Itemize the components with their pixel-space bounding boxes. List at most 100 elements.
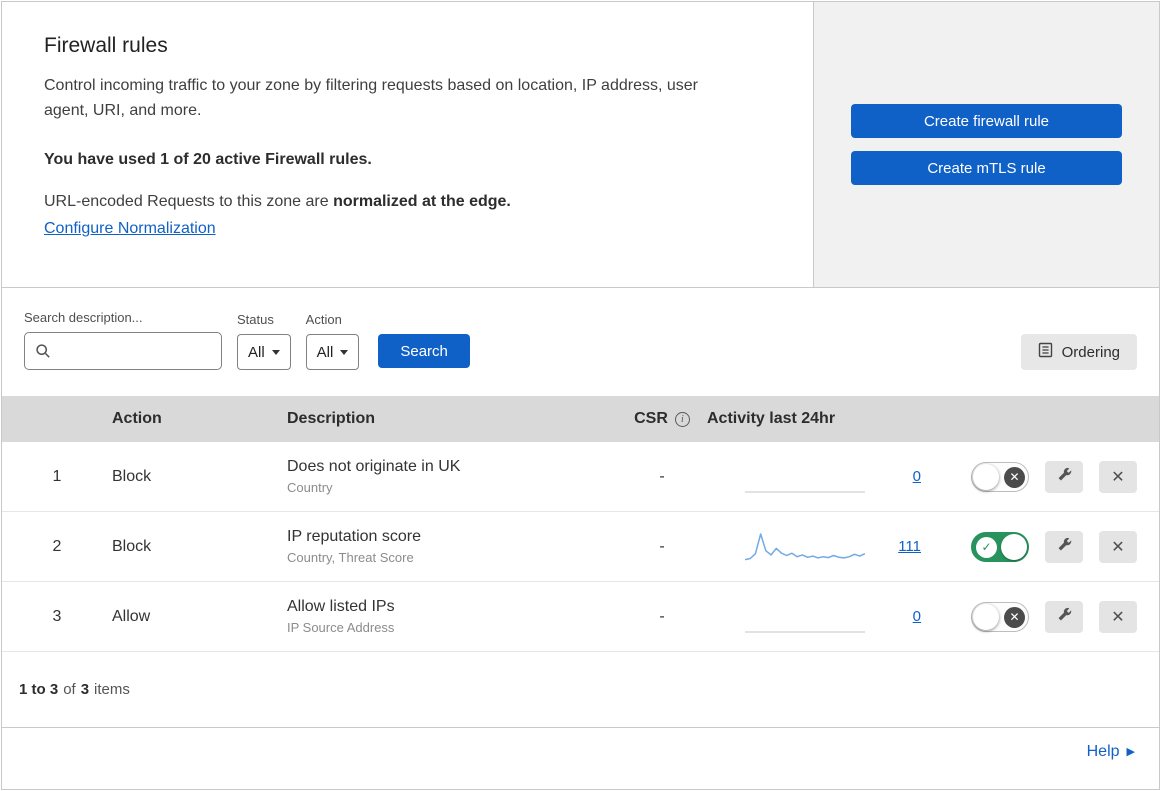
rule-number: 2 [52,537,62,555]
search-box [24,332,222,370]
status-filter-group: Status All [237,312,291,370]
table-row: 2 Block IP reputation score Country, Thr… [2,512,1159,582]
toggle-state-icon [1004,466,1025,488]
rule-csr-value: - [659,537,665,555]
info-icon[interactable]: i [674,411,690,427]
toggle-knob [1001,533,1027,560]
chevron-down-icon [340,349,349,355]
rule-action: Block [112,537,152,555]
header-text-panel: Firewall rules Control incoming traffic … [2,2,814,287]
header-actions-panel: Create firewall rule Create mTLS rule [814,2,1159,287]
firewall-rules-page: Firewall rules Control incoming traffic … [1,1,1160,790]
status-dropdown-value: All [248,343,265,361]
rule-description-cell: Does not originate in UK Country [287,458,617,495]
close-icon: ✕ [1111,468,1125,486]
search-filter-group: Search description... [24,310,222,370]
column-activity: Activity last 24hr [707,410,836,427]
rules-table: Action Description CSR i Activity last 2… [2,396,1159,652]
delete-rule-button[interactable]: ✕ [1099,600,1137,633]
normalization-text: URL-encoded Requests to this zone are [44,192,329,210]
page-header: Firewall rules Control incoming traffic … [2,2,1159,288]
toggle-state-icon [1004,606,1025,628]
rule-number: 1 [52,467,62,485]
wrench-icon [1056,466,1073,488]
rule-csr-value: - [659,467,665,485]
wrench-icon [1056,536,1073,558]
rule-controls: ✕ [947,600,1159,633]
delete-rule-button[interactable]: ✕ [1099,530,1137,563]
normalization-bold: normalized at the edge. [333,192,511,210]
activity-sparkline [745,532,865,560]
action-dropdown[interactable]: All [305,334,360,370]
search-icon [35,343,51,364]
rule-activity-cell: 111 [707,530,947,564]
toggle-knob [973,463,999,490]
activity-sparkline [745,630,865,633]
of-text: of [63,681,76,698]
ordering-button[interactable]: Ordering [1020,334,1137,370]
rule-criteria: IP Source Address [287,620,395,635]
rule-controls: ✕ [947,530,1159,563]
rule-number: 3 [52,607,62,625]
rule-description-cell: IP reputation score Country, Threat Scor… [287,528,617,565]
rule-controls: ✕ [947,460,1159,493]
status-dropdown[interactable]: All [237,334,291,370]
close-icon: ✕ [1111,538,1125,556]
search-input[interactable] [24,332,222,370]
page-description: Control incoming traffic to your zone by… [44,77,698,119]
column-csr-label: CSR [634,410,668,427]
rule-criteria: Country [287,480,333,495]
items-text: items [94,681,130,698]
wrench-icon [1056,606,1073,628]
edit-rule-button[interactable] [1045,600,1083,633]
ordering-list-icon [1038,342,1053,362]
configure-normalization-link[interactable]: Configure Normalization [44,220,216,238]
activity-count-link[interactable]: 111 [898,538,921,555]
rule-activity-cell: 0 [707,600,947,634]
page-title: Firewall rules [44,34,168,57]
activity-count-link[interactable]: 0 [913,468,921,485]
action-dropdown-value: All [316,343,334,361]
help-bar: Help ▶ [2,728,1159,775]
column-description: Description [287,410,376,427]
items-total: 3 [80,681,90,698]
activity-count-link[interactable]: 0 [913,608,921,625]
help-link[interactable]: Help [1087,743,1120,761]
chevron-down-icon [271,349,280,355]
action-filter-group: Action All [305,312,360,370]
column-csr: CSR i [617,410,707,428]
action-label: Action [305,312,342,327]
normalization-note: URL-encoded Requests to this zone are no… [44,193,771,211]
close-icon: ✕ [1111,608,1125,626]
create-firewall-rule-button[interactable]: Create firewall rule [851,104,1122,138]
create-mtls-rule-button[interactable]: Create mTLS rule [851,151,1122,185]
rule-description: Allow listed IPs [287,598,395,615]
rule-csr-value: - [659,607,665,625]
rule-action: Block [112,467,152,485]
edit-rule-button[interactable] [1045,530,1083,563]
pagination-summary: 1 to 3 of 3 items [2,652,1159,728]
rule-enabled-toggle[interactable] [971,601,1029,632]
activity-sparkline [745,490,865,493]
status-label: Status [237,312,274,327]
ordering-button-label: Ordering [1061,343,1120,361]
rule-criteria: Country, Threat Score [287,550,414,565]
rule-description: Does not originate in UK [287,458,461,475]
help-arrow-icon: ▶ [1126,746,1135,758]
table-header-row: Action Description CSR i Activity last 2… [2,396,1159,442]
rule-enabled-toggle[interactable] [971,531,1029,562]
filter-bar: Search description... Status All Action … [2,288,1159,396]
rule-activity-cell: 0 [707,460,947,494]
table-row: 1 Block Does not originate in UK Country… [2,442,1159,512]
delete-rule-button[interactable]: ✕ [1099,460,1137,493]
rule-description: IP reputation score [287,528,422,545]
toggle-state-icon [976,536,997,558]
toggle-knob [973,603,999,630]
edit-rule-button[interactable] [1045,460,1083,493]
rule-action: Allow [112,607,151,625]
rule-enabled-toggle[interactable] [971,461,1029,492]
usage-note: You have used 1 of 20 active Firewall ru… [44,150,372,168]
table-row: 3 Allow Allow listed IPs IP Source Addre… [2,582,1159,652]
search-button[interactable]: Search [378,334,470,368]
rule-description-cell: Allow listed IPs IP Source Address [287,598,617,635]
